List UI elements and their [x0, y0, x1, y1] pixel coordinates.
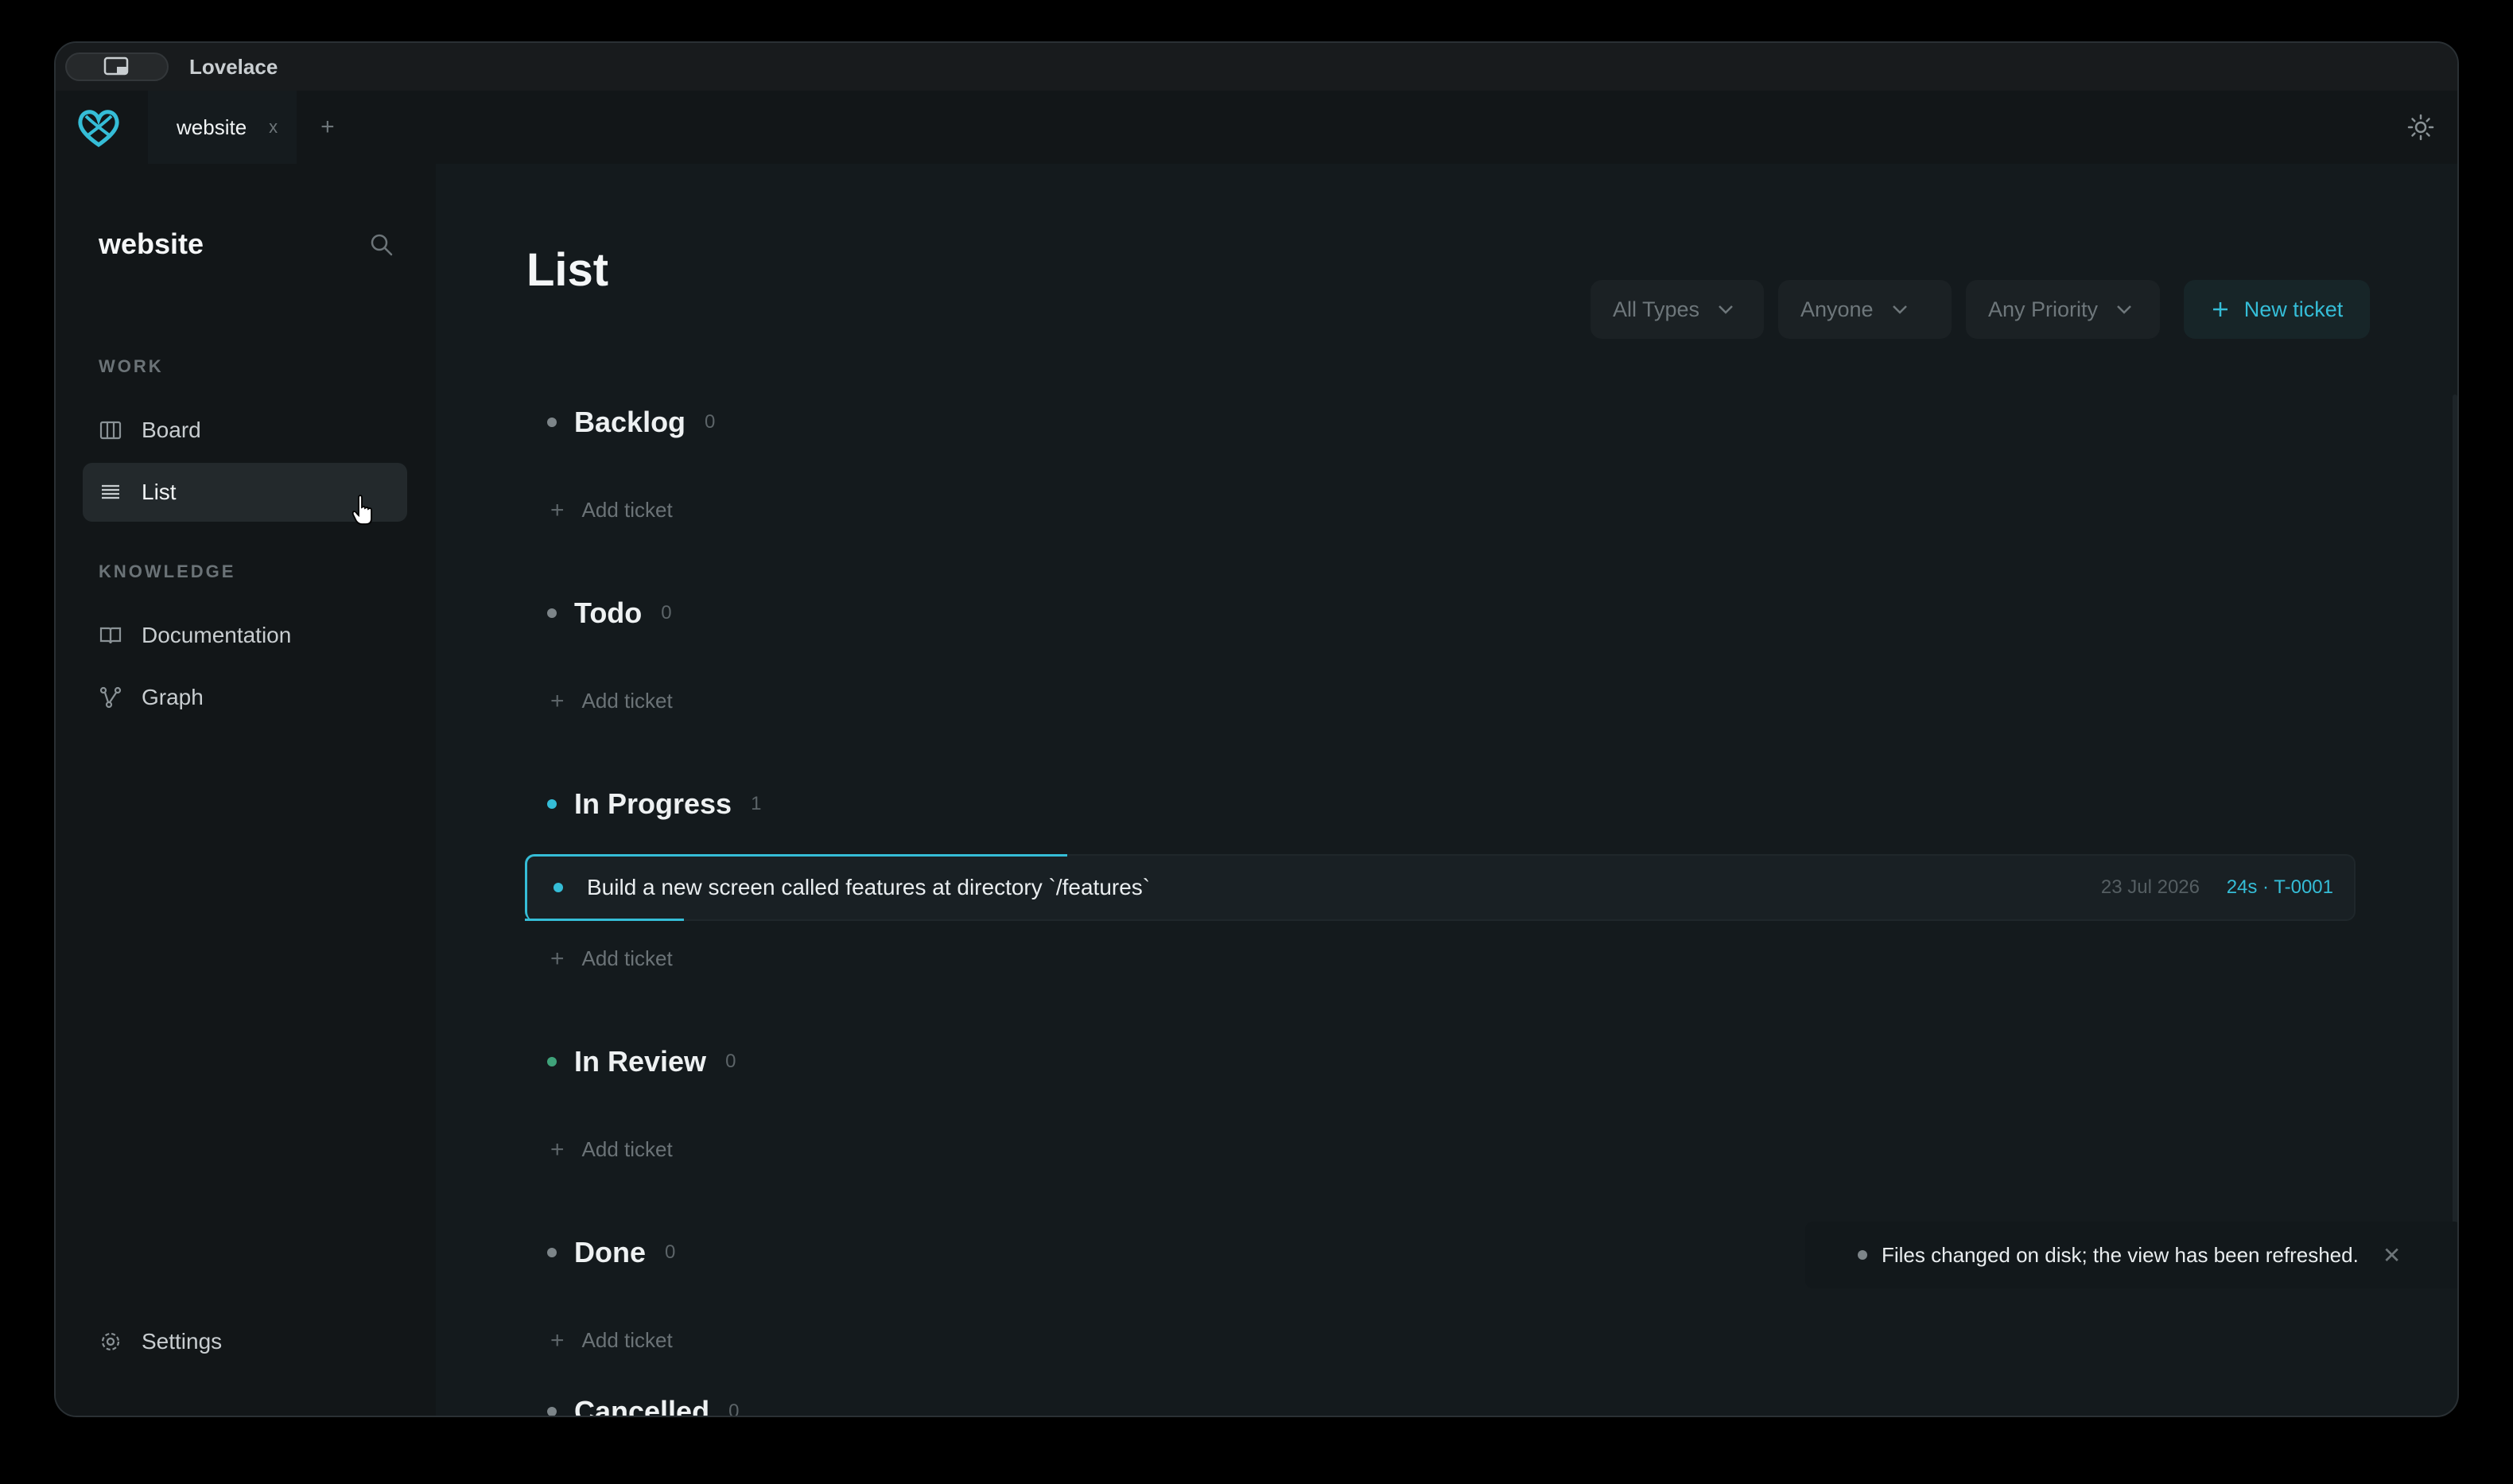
title-bar: Lovelace	[56, 43, 2457, 91]
chevron-down-icon	[2117, 305, 2131, 314]
sidebar-item-list[interactable]: List	[83, 463, 407, 522]
status-dot	[553, 883, 563, 892]
section-label-knowledge: KNOWLEDGE	[99, 561, 236, 581]
lovelace-logo	[73, 102, 124, 153]
group-header-cancelled: Cancelled 0	[547, 1395, 740, 1417]
sidebar-item-settings[interactable]: Settings	[83, 1312, 407, 1371]
chevron-down-icon	[1719, 305, 1733, 314]
ticket-title: Build a new screen called features at di…	[587, 875, 1151, 899]
sidebar-item-board[interactable]: Board	[83, 401, 407, 460]
plus-icon: +	[550, 496, 565, 523]
filter-label: Any Priority	[1988, 297, 2099, 321]
group-count: 1	[751, 793, 762, 814]
status-dot	[1858, 1250, 1867, 1260]
sidebar-item-label: Settings	[142, 1329, 223, 1354]
group-header-done: Done 0	[547, 1236, 675, 1269]
status-dot	[547, 799, 557, 809]
status-dot	[547, 608, 557, 618]
sidebar-icon	[103, 56, 129, 76]
add-ticket-label: Add ticket	[581, 1137, 673, 1161]
group-name: Cancelled	[574, 1395, 710, 1417]
search-icon	[371, 234, 393, 256]
section-label-work: WORK	[99, 356, 164, 376]
sidebar-item-documentation[interactable]: Documentation	[83, 606, 407, 665]
group-count: 0	[705, 411, 716, 433]
status-dot	[547, 1407, 557, 1416]
plus-icon: +	[550, 687, 565, 714]
tab-website[interactable]: website x	[148, 91, 297, 164]
notification-toast: Files changed on disk; the view has been…	[1805, 1222, 2457, 1288]
group-count: 0	[661, 602, 672, 624]
group-header-todo: Todo 0	[547, 596, 672, 630]
add-ticket-label: Add ticket	[581, 1328, 673, 1352]
sidebar-item-label: List	[142, 480, 177, 504]
project-name: website	[99, 227, 204, 260]
sidebar-item-label: Board	[142, 418, 201, 442]
toast-message: Files changed on disk; the view has been…	[1882, 1242, 2359, 1267]
filter-label: Anyone	[1800, 297, 1874, 321]
add-ticket-button[interactable]: + Add ticket	[550, 1137, 673, 1162]
sun-icon	[2407, 114, 2434, 141]
toast-close-button[interactable]: ✕	[2383, 1242, 2401, 1268]
group-name: Todo	[574, 596, 643, 629]
chevron-down-icon	[1892, 305, 1907, 314]
book-icon	[99, 624, 122, 647]
status-dot	[547, 1248, 557, 1257]
sidebar-toggle-button[interactable]	[65, 52, 169, 81]
group-count: 0	[728, 1400, 740, 1417]
sidebar-item-label: Graph	[142, 685, 204, 709]
add-ticket-label: Add ticket	[581, 946, 673, 970]
graph-icon	[99, 686, 122, 709]
status-dot	[547, 418, 557, 427]
app-window: Lovelace website x + website WORK Board …	[54, 41, 2459, 1417]
plus-icon	[2212, 302, 2228, 317]
tab-label: website	[177, 115, 247, 139]
search-button[interactable]	[367, 231, 396, 259]
group-header-in-review: In Review 0	[547, 1045, 736, 1078]
ticket-id: 24s · T-0001	[2226, 876, 2333, 898]
group-count: 0	[665, 1241, 676, 1263]
tab-bar: website x +	[56, 91, 2457, 164]
assignee-filter-dropdown[interactable]: Anyone	[1778, 280, 1952, 339]
group-name: In Review	[574, 1045, 707, 1078]
app-title: Lovelace	[189, 54, 278, 79]
new-ticket-label: New ticket	[2243, 297, 2344, 321]
ticket-date: 23 Jul 2026	[2100, 876, 2200, 898]
heart-logo-icon	[78, 110, 119, 148]
focus-outline-bottom	[525, 919, 684, 921]
ticket-row[interactable]: Build a new screen called features at di…	[525, 854, 2356, 921]
plus-icon: +	[550, 1136, 565, 1163]
scrollbar[interactable]	[2453, 394, 2457, 1269]
page-title: List	[526, 244, 609, 296]
sidebar-item-graph[interactable]: Graph	[83, 668, 407, 727]
group-name: Backlog	[574, 406, 686, 438]
plus-icon: +	[550, 1327, 565, 1354]
add-ticket-button[interactable]: + Add ticket	[550, 498, 673, 523]
new-tab-button[interactable]: +	[320, 114, 335, 141]
group-count: 0	[725, 1051, 736, 1072]
new-ticket-button[interactable]: New ticket	[2184, 280, 2370, 339]
filter-label: All Types	[1613, 297, 1700, 321]
status-dot	[547, 1057, 557, 1066]
columns-icon	[99, 418, 122, 442]
add-ticket-button[interactable]: + Add ticket	[550, 946, 673, 971]
add-ticket-button[interactable]: + Add ticket	[550, 689, 673, 713]
tab-close-button[interactable]: x	[269, 117, 278, 138]
group-name: Done	[574, 1236, 646, 1268]
priority-filter-dropdown[interactable]: Any Priority	[1966, 280, 2160, 339]
group-header-backlog: Backlog 0	[547, 406, 715, 439]
type-filter-dropdown[interactable]: All Types	[1591, 280, 1764, 339]
plus-icon: +	[550, 945, 565, 972]
group-header-in-progress: In Progress 1	[547, 787, 761, 821]
group-name: In Progress	[574, 787, 732, 820]
gear-icon	[99, 1330, 122, 1354]
add-ticket-label: Add ticket	[581, 689, 673, 713]
theme-toggle-button[interactable]	[2406, 113, 2435, 142]
sidebar-item-label: Documentation	[142, 623, 292, 647]
list-icon	[99, 480, 122, 504]
add-ticket-button[interactable]: + Add ticket	[550, 1328, 673, 1353]
sidebar: website WORK Board List KNOWLEDGE Docume…	[56, 164, 436, 1416]
add-ticket-label: Add ticket	[581, 498, 673, 522]
